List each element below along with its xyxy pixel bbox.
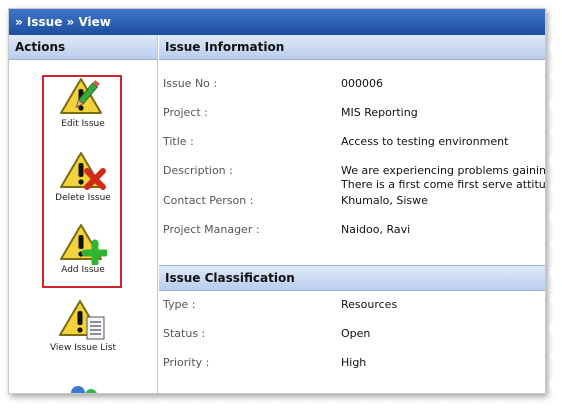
view-issue-list-button[interactable]: View Issue List xyxy=(9,297,157,353)
title-value: Access to testing environment xyxy=(341,135,509,148)
torn-edge-right xyxy=(549,0,562,414)
status-value: Open xyxy=(341,327,371,340)
project-manager-label: Project Manager : xyxy=(163,223,260,236)
issue-no-label: Issue No : xyxy=(163,77,218,90)
users-button[interactable] xyxy=(9,381,157,393)
project-value: MIS Reporting xyxy=(341,106,418,119)
issue-information-header: Issue Information xyxy=(159,35,545,60)
type-value: Resources xyxy=(341,298,398,311)
description-label: Description : xyxy=(163,164,233,177)
issue-view-window: » Issue » View Actions Edit Issue Delete… xyxy=(8,8,546,394)
project-manager-value: Naidoo, Ravi xyxy=(341,223,411,236)
view-issue-list-label: View Issue List xyxy=(49,343,117,353)
priority-label: Priority : xyxy=(163,356,210,369)
issue-details-panel: Issue Information Issue No : 000006 Proj… xyxy=(159,35,545,393)
issue-no-value: 000006 xyxy=(341,77,383,90)
description-value-line1: We are experiencing problems gaining ac xyxy=(341,164,546,177)
view-issue-list-icon xyxy=(59,300,105,340)
breadcrumb: » Issue » View xyxy=(9,9,545,35)
selection-highlight xyxy=(42,75,122,288)
torn-edge-bottom xyxy=(0,401,562,414)
contact-person-label: Contact Person : xyxy=(163,194,254,207)
users-icon xyxy=(71,386,97,393)
project-label: Project : xyxy=(163,106,208,119)
priority-value: High xyxy=(341,356,367,369)
title-label: Title : xyxy=(163,135,194,148)
contact-person-value: Khumalo, Siswe xyxy=(341,194,428,207)
issue-classification-header: Issue Classification xyxy=(159,265,545,291)
description-value-line2: There is a first come first serve attitu… xyxy=(341,178,546,191)
status-label: Status : xyxy=(163,327,206,340)
actions-panel-header: Actions xyxy=(9,35,157,60)
type-label: Type : xyxy=(163,298,196,311)
actions-panel: Actions Edit Issue Delete Issue Add Issu… xyxy=(9,35,158,393)
